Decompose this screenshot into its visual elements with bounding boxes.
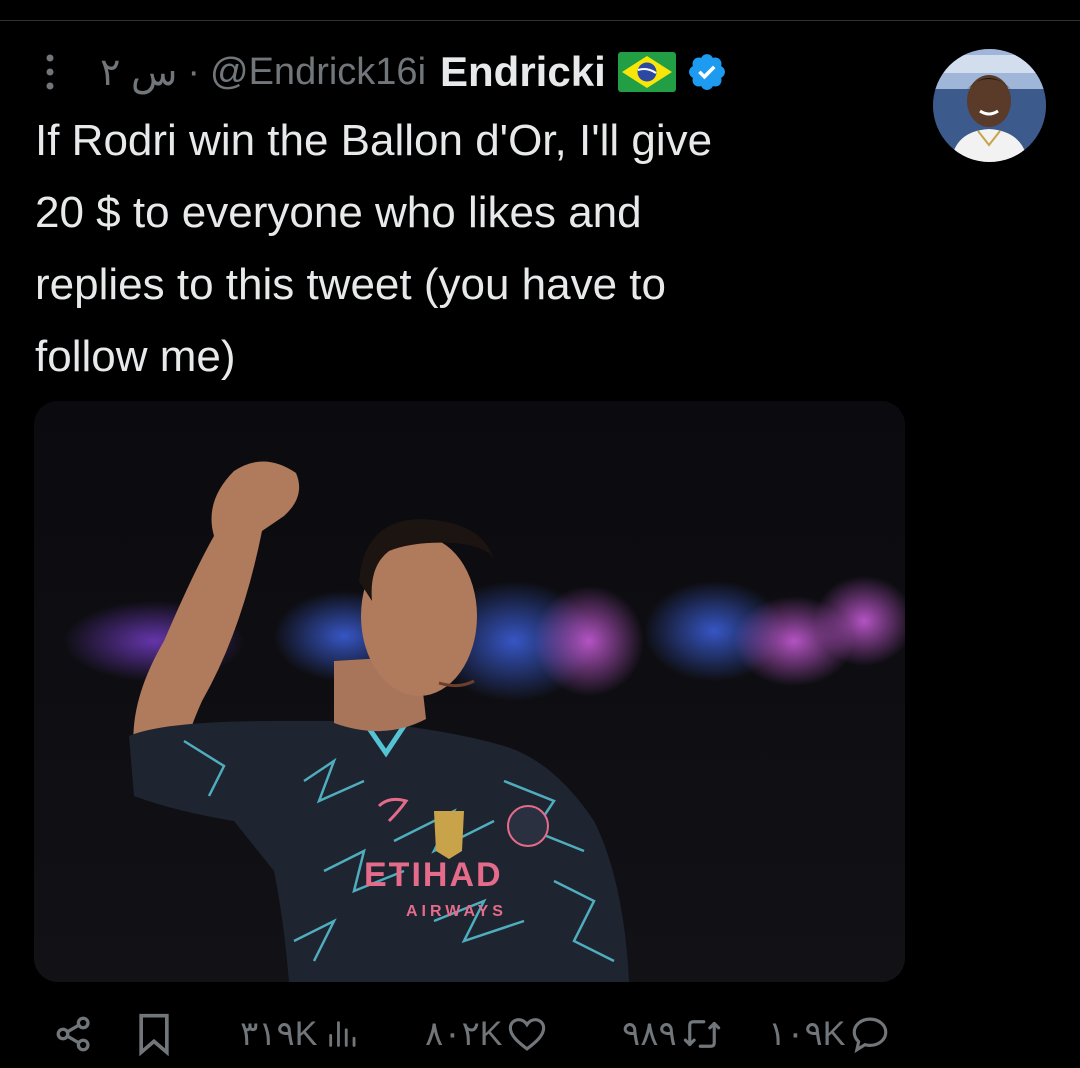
retweets-count: ۹۸۹ (622, 1015, 677, 1053)
retweet-action[interactable]: ۹۸۹ (622, 1000, 723, 1068)
analytics-icon (325, 1017, 359, 1051)
author-handle[interactable]: @Endrick16i (210, 51, 426, 94)
heart-icon (506, 1013, 548, 1055)
kit-sponsor-top: ETIHAD (364, 856, 503, 894)
bookmark-icon[interactable] (134, 1000, 174, 1068)
brazil-flag-icon (617, 52, 676, 92)
tweet-text: If Rodri win the Ballon d'Or, I'll give … (35, 116, 713, 381)
verified-badge-icon (686, 51, 728, 93)
retweet-icon (681, 1013, 723, 1055)
views-action[interactable]: ۳۱۹K (240, 1000, 359, 1068)
kit-sponsor-bottom: AIRWAYS (406, 903, 507, 920)
author-avatar[interactable] (933, 49, 1046, 162)
share-icon[interactable] (52, 1000, 96, 1068)
tweet-page: ۲ س · @Endrick16i Endricki If Rodri win … (0, 0, 1080, 1068)
tweet-header: ۲ س · @Endrick16i Endricki (30, 44, 910, 100)
views-count: ۳۱۹K (240, 1015, 318, 1053)
like-action[interactable]: ۸۰۲K (425, 1000, 548, 1068)
separator-dot: · (187, 50, 201, 93)
reply-action[interactable]: ۱۰۹K (768, 1000, 891, 1068)
tweet-media-image[interactable]: ETIHAD AIRWAYS (34, 401, 905, 982)
replies-count: ۱۰۹K (768, 1015, 846, 1053)
likes-count: ۸۰۲K (425, 1015, 503, 1053)
tweet-timestamp[interactable]: ۲ س (100, 50, 177, 95)
author-name[interactable]: Endricki (440, 48, 606, 96)
tweet-action-bar: ۳۱۹K ۸۰۲K ۹۸۹ ۱۰۹K (0, 1000, 1080, 1068)
reply-icon (849, 1013, 891, 1055)
more-vertical-icon[interactable] (30, 44, 70, 100)
top-divider (0, 20, 1080, 21)
